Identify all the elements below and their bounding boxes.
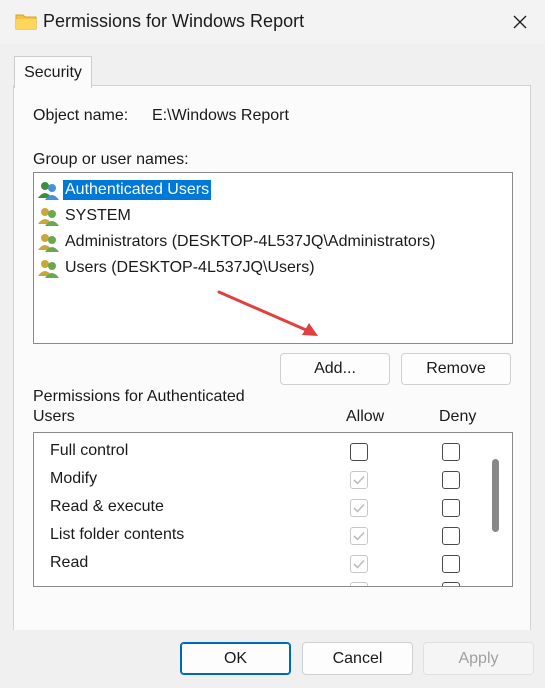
tab-security[interactable]: Security	[14, 56, 92, 88]
users-group-icon	[38, 208, 59, 226]
remove-button[interactable]: Remove	[401, 353, 511, 385]
permission-name: Full control	[50, 442, 129, 459]
deny-checkbox[interactable]	[442, 443, 460, 461]
annotation-arrow-icon	[217, 290, 318, 336]
object-name-label: Object name:	[33, 107, 129, 124]
list-item-system[interactable]: SYSTEM	[38, 204, 133, 228]
permission-name: List folder contents	[50, 526, 185, 543]
permission-row-read: Read	[34, 550, 494, 578]
list-item-users[interactable]: Users (DESKTOP-4L537JQ\Users)	[38, 256, 317, 280]
allow-checkbox	[350, 499, 368, 517]
add-button[interactable]: Add...	[280, 353, 390, 385]
deny-checkbox[interactable]	[442, 582, 460, 586]
permission-name: Read	[50, 554, 89, 571]
user-name: SYSTEM	[65, 207, 131, 224]
deny-checkbox[interactable]	[442, 471, 460, 489]
permission-row-modify: Modify	[34, 466, 494, 494]
permission-row-read-execute: Read & execute	[34, 494, 494, 522]
list-item-authenticated-users[interactable]: Authenticated Users	[38, 178, 212, 202]
allow-checkbox	[350, 527, 368, 545]
user-name: Administrators (DESKTOP-4L537JQ\Administ…	[65, 233, 436, 250]
cancel-button[interactable]: Cancel	[302, 642, 413, 675]
check-icon	[353, 531, 365, 541]
group-names-label: Group or user names:	[33, 151, 189, 168]
permissions-list[interactable]: Full control Modify Read & execute List …	[33, 432, 513, 587]
close-icon	[513, 15, 527, 29]
deny-checkbox[interactable]	[442, 555, 460, 573]
scrollbar-thumb[interactable]	[492, 459, 499, 532]
permission-name: Modify	[50, 470, 98, 487]
window-title: Permissions for Windows Report	[43, 11, 305, 31]
user-name: Authenticated Users	[63, 180, 212, 200]
permissions-title-line1: Permissions for Authenticated	[33, 388, 245, 405]
check-icon	[353, 475, 365, 485]
permission-row-full-control: Full control	[34, 438, 494, 466]
folder-icon	[15, 14, 37, 30]
allow-checkbox	[350, 582, 368, 586]
deny-column-header: Deny	[439, 408, 477, 425]
apply-button: Apply	[423, 642, 534, 675]
user-name: Users (DESKTOP-4L537JQ\Users)	[65, 259, 315, 276]
users-group-icon	[38, 234, 59, 252]
ok-button[interactable]: OK	[180, 642, 291, 675]
allow-column-header: Allow	[346, 408, 385, 425]
allow-checkbox	[350, 555, 368, 573]
list-item-administrators[interactable]: Administrators (DESKTOP-4L537JQ\Administ…	[38, 230, 437, 254]
deny-checkbox[interactable]	[442, 527, 460, 545]
check-icon	[353, 559, 365, 569]
check-icon	[353, 503, 365, 513]
object-name-value: E:\Windows Report	[152, 107, 289, 124]
permission-name: Read & execute	[50, 498, 164, 515]
allow-checkbox[interactable]	[350, 443, 368, 461]
permissions-title-line2: Users	[33, 408, 75, 425]
allow-checkbox	[350, 471, 368, 489]
permission-row-list-folder-contents: List folder contents	[34, 522, 494, 550]
permission-row-partial	[34, 578, 494, 586]
users-group-icon	[38, 260, 59, 278]
close-button[interactable]	[495, 0, 545, 44]
users-group-icon	[38, 182, 59, 200]
deny-checkbox[interactable]	[442, 499, 460, 517]
